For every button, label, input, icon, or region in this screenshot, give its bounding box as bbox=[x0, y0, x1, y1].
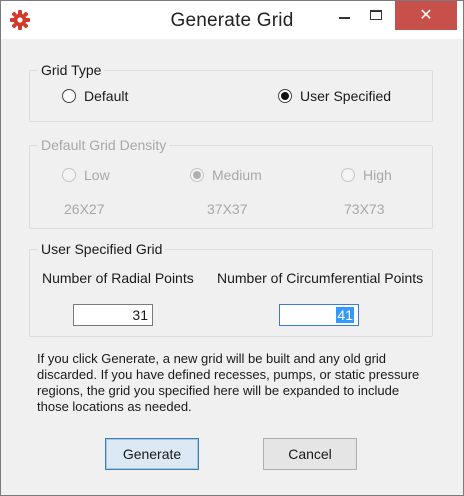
radio-high-label: High bbox=[363, 167, 392, 183]
radio-medium-label: Medium bbox=[212, 167, 262, 183]
radio-default[interactable]: Default bbox=[62, 88, 128, 104]
circumferential-points-input[interactable]: 41 bbox=[279, 304, 359, 326]
minimize-button[interactable] bbox=[327, 1, 361, 29]
user-specified-grid-title: User Specified Grid bbox=[38, 241, 166, 257]
default-grid-density-title: Default Grid Density bbox=[38, 137, 170, 153]
circumferential-points-value: 41 bbox=[336, 307, 354, 323]
info-note: If you click Generate, a new grid will b… bbox=[37, 351, 420, 414]
default-grid-density-group: Default Grid Density Low Medium High 26X… bbox=[29, 137, 433, 229]
window-title: Generate Grid bbox=[170, 10, 294, 31]
dialog-window: Generate Grid ✕ Grid Type Default User S… bbox=[0, 0, 464, 496]
title-bar[interactable]: Generate Grid ✕ bbox=[1, 1, 463, 39]
radial-points-label: Number of Radial Points bbox=[42, 270, 194, 286]
radio-default-circle[interactable] bbox=[62, 89, 76, 103]
radio-medium[interactable]: Medium bbox=[190, 167, 262, 183]
close-icon: ✕ bbox=[419, 6, 433, 24]
generate-button[interactable]: Generate bbox=[105, 438, 199, 470]
radio-low-label: Low bbox=[84, 167, 110, 183]
minimize-icon bbox=[338, 17, 350, 19]
grid-size-low: 26X27 bbox=[64, 201, 105, 217]
radio-default-label: Default bbox=[84, 88, 129, 104]
radio-user-specified[interactable]: User Specified bbox=[278, 88, 391, 104]
radio-high[interactable]: High bbox=[341, 167, 392, 183]
radio-user-specified-circle[interactable] bbox=[278, 89, 292, 103]
radio-low[interactable]: Low bbox=[62, 167, 110, 183]
radio-high-circle[interactable] bbox=[341, 168, 355, 182]
maximize-icon bbox=[370, 10, 382, 20]
grid-type-title: Grid Type bbox=[38, 62, 105, 78]
grid-size-high: 73X73 bbox=[344, 201, 385, 217]
radial-points-input[interactable]: 31 bbox=[73, 304, 153, 326]
cancel-button[interactable]: Cancel bbox=[263, 438, 357, 470]
grid-size-medium: 37X37 bbox=[207, 201, 248, 217]
grid-type-group: Grid Type Default User Specified bbox=[29, 62, 433, 122]
close-button[interactable]: ✕ bbox=[395, 1, 457, 30]
circumferential-points-label: Number of Circumferential Points bbox=[217, 270, 424, 286]
radio-medium-circle[interactable] bbox=[190, 168, 204, 182]
radio-user-specified-label: User Specified bbox=[300, 88, 392, 104]
user-specified-grid-group: User Specified Grid Number of Radial Poi… bbox=[29, 241, 433, 337]
radio-low-circle[interactable] bbox=[62, 168, 76, 182]
maximize-button[interactable] bbox=[359, 1, 393, 29]
